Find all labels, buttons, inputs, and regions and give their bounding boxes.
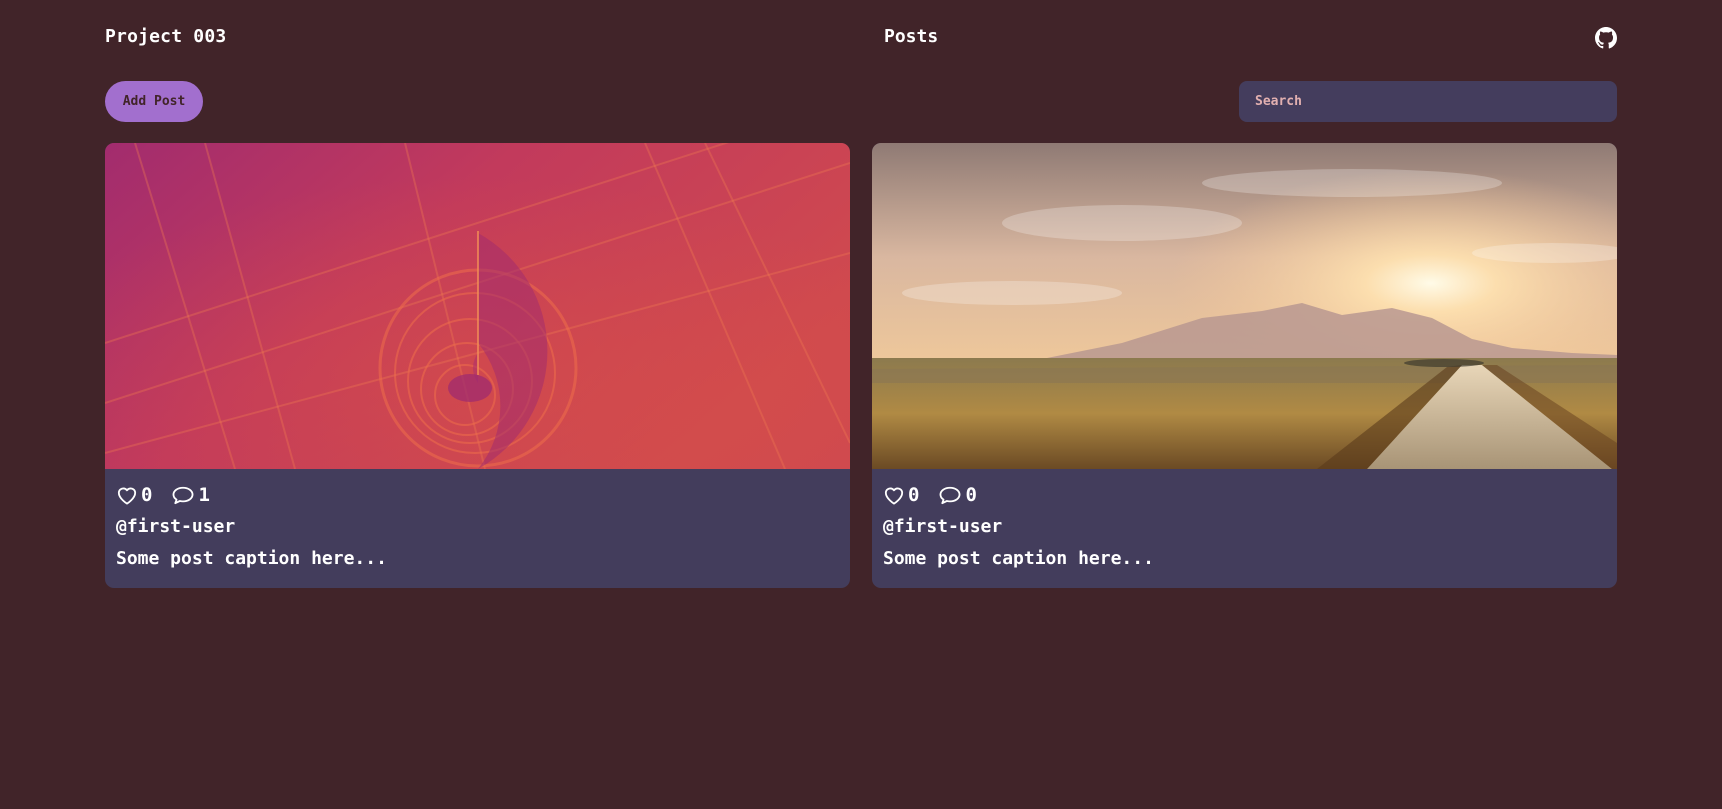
post-username[interactable]: @first-user [883,516,1606,540]
post-caption: Some post caption here... [883,548,1154,569]
post-card[interactable]: 0 1 @first-user Some post caption here..… [105,143,850,588]
comment-count: 1 [198,484,210,506]
search-input[interactable] [1239,81,1617,122]
post-stats: 0 0 [883,483,1606,507]
like-button[interactable]: 0 [116,484,152,506]
heart-icon [884,487,904,505]
github-icon[interactable] [1595,27,1617,49]
post-card[interactable]: 0 0 @first-user Some post caption here..… [872,143,1617,588]
brand-title[interactable]: Project 003 [105,26,226,47]
comment-icon [172,486,194,505]
sunset-field-image [872,143,1617,469]
like-button[interactable]: 0 [883,484,919,506]
like-count: 0 [141,484,153,506]
post-stats: 0 1 [116,483,839,507]
abstract-spiral-image [105,143,850,469]
post-caption: Some post caption here... [116,548,387,569]
heart-icon [117,487,137,505]
post-image[interactable] [105,143,850,469]
like-count: 0 [908,484,920,506]
posts-grid: 0 1 @first-user Some post caption here..… [105,143,1617,588]
comment-button[interactable]: 1 [171,484,210,506]
post-username[interactable]: @first-user [116,516,839,540]
post-body: 0 1 @first-user Some post caption here..… [105,469,850,569]
page-title[interactable]: Posts [884,26,938,47]
comment-button[interactable]: 0 [938,484,977,506]
comment-count: 0 [965,484,977,506]
toolbar: Add Post [105,81,1617,122]
post-image[interactable] [872,143,1617,469]
app-header: Project 003 Posts [105,22,1617,56]
post-body: 0 0 @first-user Some post caption here..… [872,469,1617,569]
comment-icon [939,486,961,505]
add-post-button[interactable]: Add Post [105,81,203,122]
